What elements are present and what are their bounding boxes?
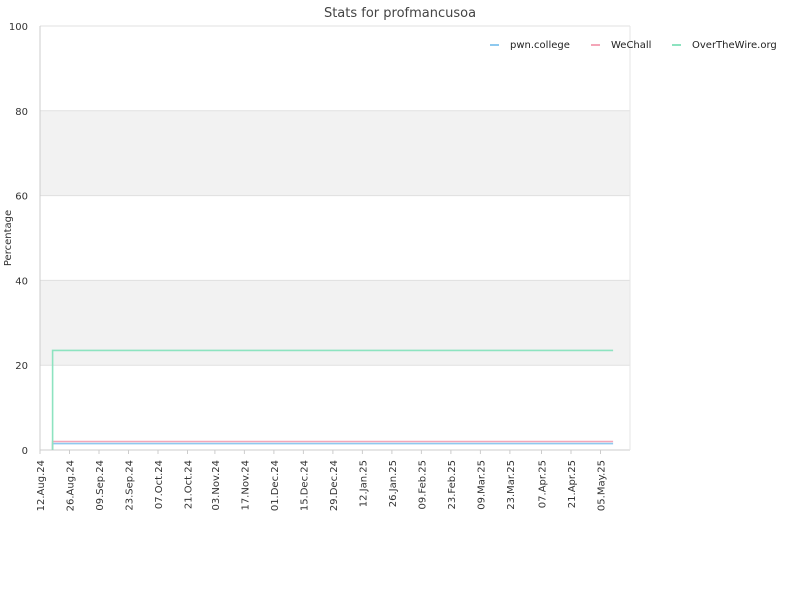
stats-chart: 0 20 40 60 80 100 12.Aug.24 26.Aug.24 09.Sep.24…	[3, 6, 777, 511]
x-tick-label: 07.Oct.24	[154, 460, 165, 509]
x-tick-label: 21.Oct.24	[184, 460, 195, 509]
x-tick-label: 09.Sep.24	[95, 460, 106, 511]
y-tick-label: 20	[15, 361, 28, 372]
x-tick-label: 01.Dec.24	[270, 460, 281, 511]
legend: pwn.college WeChall OverTheWire.org	[490, 40, 777, 51]
x-tick-label: 09.Mar.25	[476, 460, 487, 510]
y-tick-label: 100	[9, 22, 28, 33]
y-tick-label: 0	[22, 446, 28, 457]
x-tick-label: 26.Jan.25	[388, 460, 399, 507]
x-tick-label: 23.Feb.25	[447, 460, 458, 510]
x-tick-label: 23.Sep.24	[125, 460, 136, 511]
legend-label: WeChall	[611, 40, 651, 51]
chart-title: Stats for profmancusoa	[324, 6, 476, 21]
x-tick-label: 26.Aug.24	[66, 460, 77, 511]
y-tick-label: 40	[15, 276, 28, 287]
legend-label: pwn.college	[510, 40, 570, 51]
y-axis-title: Percentage	[3, 210, 14, 266]
x-tick-label: 23.Mar.25	[506, 460, 517, 510]
x-tick-label: 17.Nov.24	[240, 460, 251, 511]
x-ticks: 12.Aug.24 26.Aug.24 09.Sep.24 23.Sep.24 07.O…	[36, 450, 608, 511]
y-tick-label: 80	[15, 107, 28, 118]
x-tick-label: 15.Dec.24	[299, 460, 310, 511]
x-tick-label: 12.Aug.24	[36, 460, 47, 511]
x-tick-label: 05.May.25	[597, 460, 608, 511]
x-tick-label: 03.Nov.24	[211, 460, 222, 511]
background-band	[40, 110, 630, 196]
x-tick-label: 29.Dec.24	[329, 460, 340, 511]
x-tick-label: 21.Apr.25	[567, 460, 578, 508]
legend-label: OverTheWire.org	[692, 40, 777, 51]
background-band	[40, 195, 630, 281]
background-band	[40, 26, 630, 111]
background-band	[40, 280, 630, 366]
background-band	[40, 365, 630, 450]
x-tick-label: 09.Feb.25	[417, 460, 428, 510]
y-tick-label: 60	[15, 192, 28, 203]
background-bands	[40, 26, 630, 450]
x-tick-label: 12.Jan.25	[358, 460, 369, 507]
x-tick-label: 07.Apr.25	[538, 460, 549, 508]
